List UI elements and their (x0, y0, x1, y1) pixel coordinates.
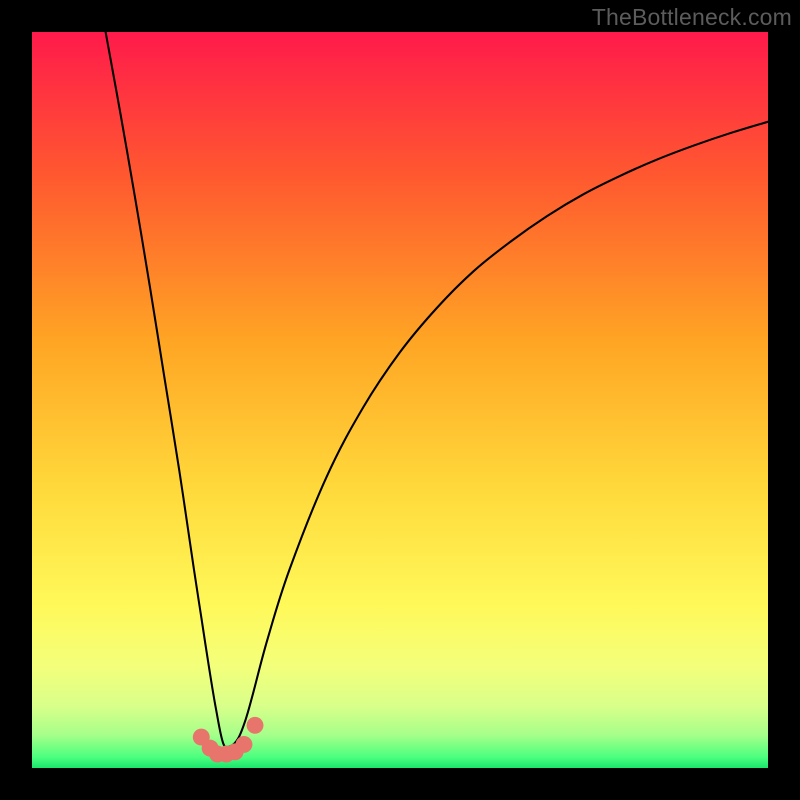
gradient-background (32, 32, 768, 768)
chart-svg (32, 32, 768, 768)
plot-area (32, 32, 768, 768)
chart-frame: TheBottleneck.com (0, 0, 800, 800)
marker-point (247, 717, 264, 734)
marker-point (236, 736, 253, 753)
watermark-text: TheBottleneck.com (592, 4, 792, 31)
